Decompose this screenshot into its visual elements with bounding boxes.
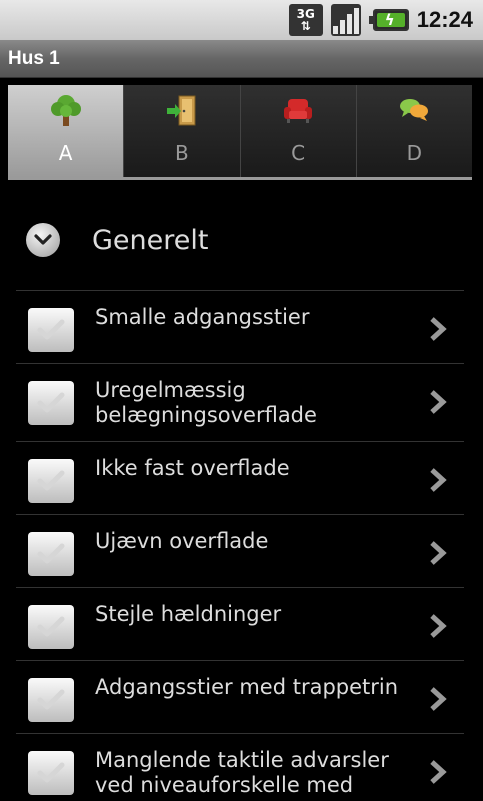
section-header-generelt[interactable]: Generelt bbox=[16, 205, 466, 275]
item-label: Adgangsstier med trappetrin bbox=[95, 675, 399, 699]
list-item[interactable]: Uregelmæssig belægningsoverflade bbox=[16, 363, 464, 441]
chat-bubbles-icon bbox=[397, 93, 431, 127]
chevron-right-icon[interactable] bbox=[426, 612, 450, 640]
list-item[interactable]: Smalle adgangsstier bbox=[16, 290, 464, 363]
signal-strength-icon bbox=[330, 4, 361, 36]
app-title: Hus 1 bbox=[8, 47, 60, 69]
tab-a[interactable]: A bbox=[8, 85, 125, 177]
item-checkbox[interactable] bbox=[28, 308, 74, 352]
item-label: Stejle hældninger bbox=[95, 602, 282, 626]
app-title-bar: Hus 1 bbox=[0, 40, 483, 78]
chevron-right-icon[interactable] bbox=[426, 685, 450, 713]
item-checkbox[interactable] bbox=[28, 459, 74, 503]
item-label: Manglende taktile advarsler ved niveaufo… bbox=[95, 748, 389, 797]
item-checkbox[interactable] bbox=[28, 532, 74, 576]
section-title: Generelt bbox=[92, 224, 209, 256]
list-item[interactable]: Ujævn overflade bbox=[16, 514, 464, 587]
item-label: Ikke fast overflade bbox=[95, 456, 290, 480]
item-label: Ujævn overflade bbox=[95, 529, 269, 553]
tab-a-label: A bbox=[58, 141, 73, 165]
item-label: Smalle adgangsstier bbox=[95, 305, 310, 329]
tab-b-label: B bbox=[175, 141, 189, 165]
tree-icon bbox=[49, 93, 83, 127]
list-item[interactable]: Manglende taktile advarsler ved niveaufo… bbox=[16, 733, 464, 801]
list-item[interactable]: Stejle hældninger bbox=[16, 587, 464, 660]
chevron-down-icon[interactable] bbox=[26, 223, 60, 257]
chevron-right-icon[interactable] bbox=[426, 315, 450, 343]
battery-charging-icon: ϟ bbox=[368, 5, 409, 35]
tab-c-label: C bbox=[291, 141, 306, 165]
data-arrows-icon: ⇅ bbox=[300, 19, 311, 33]
network-3g-icon: 3G ⇅ bbox=[288, 4, 323, 36]
chevron-right-icon[interactable] bbox=[426, 539, 450, 567]
armchair-icon bbox=[281, 93, 315, 127]
item-checkbox[interactable] bbox=[28, 605, 74, 649]
item-checkbox[interactable] bbox=[28, 381, 74, 425]
item-checkbox[interactable] bbox=[28, 678, 74, 722]
checklist: Smalle adgangsstier Uregelmæssig belægni… bbox=[16, 290, 464, 801]
list-item[interactable]: Ikke fast overflade bbox=[16, 441, 464, 514]
door-exit-icon bbox=[165, 93, 199, 127]
status-bar: 3G ⇅ ϟ 12:24 bbox=[0, 0, 483, 40]
tab-b[interactable]: B bbox=[124, 85, 241, 177]
list-item[interactable]: Adgangsstier med trappetrin bbox=[16, 660, 464, 733]
tab-d-label: D bbox=[406, 141, 423, 165]
chevron-right-icon[interactable] bbox=[426, 758, 450, 786]
tab-c[interactable]: C bbox=[240, 85, 357, 177]
chevron-right-icon[interactable] bbox=[426, 388, 450, 416]
tab-d[interactable]: D bbox=[356, 85, 472, 177]
chevron-right-icon[interactable] bbox=[426, 466, 450, 494]
status-clock: 12:24 bbox=[416, 7, 473, 32]
item-checkbox[interactable] bbox=[28, 751, 74, 795]
tab-bar: A B C D bbox=[8, 85, 472, 180]
item-label: Uregelmæssig belægningsoverflade bbox=[95, 378, 317, 427]
